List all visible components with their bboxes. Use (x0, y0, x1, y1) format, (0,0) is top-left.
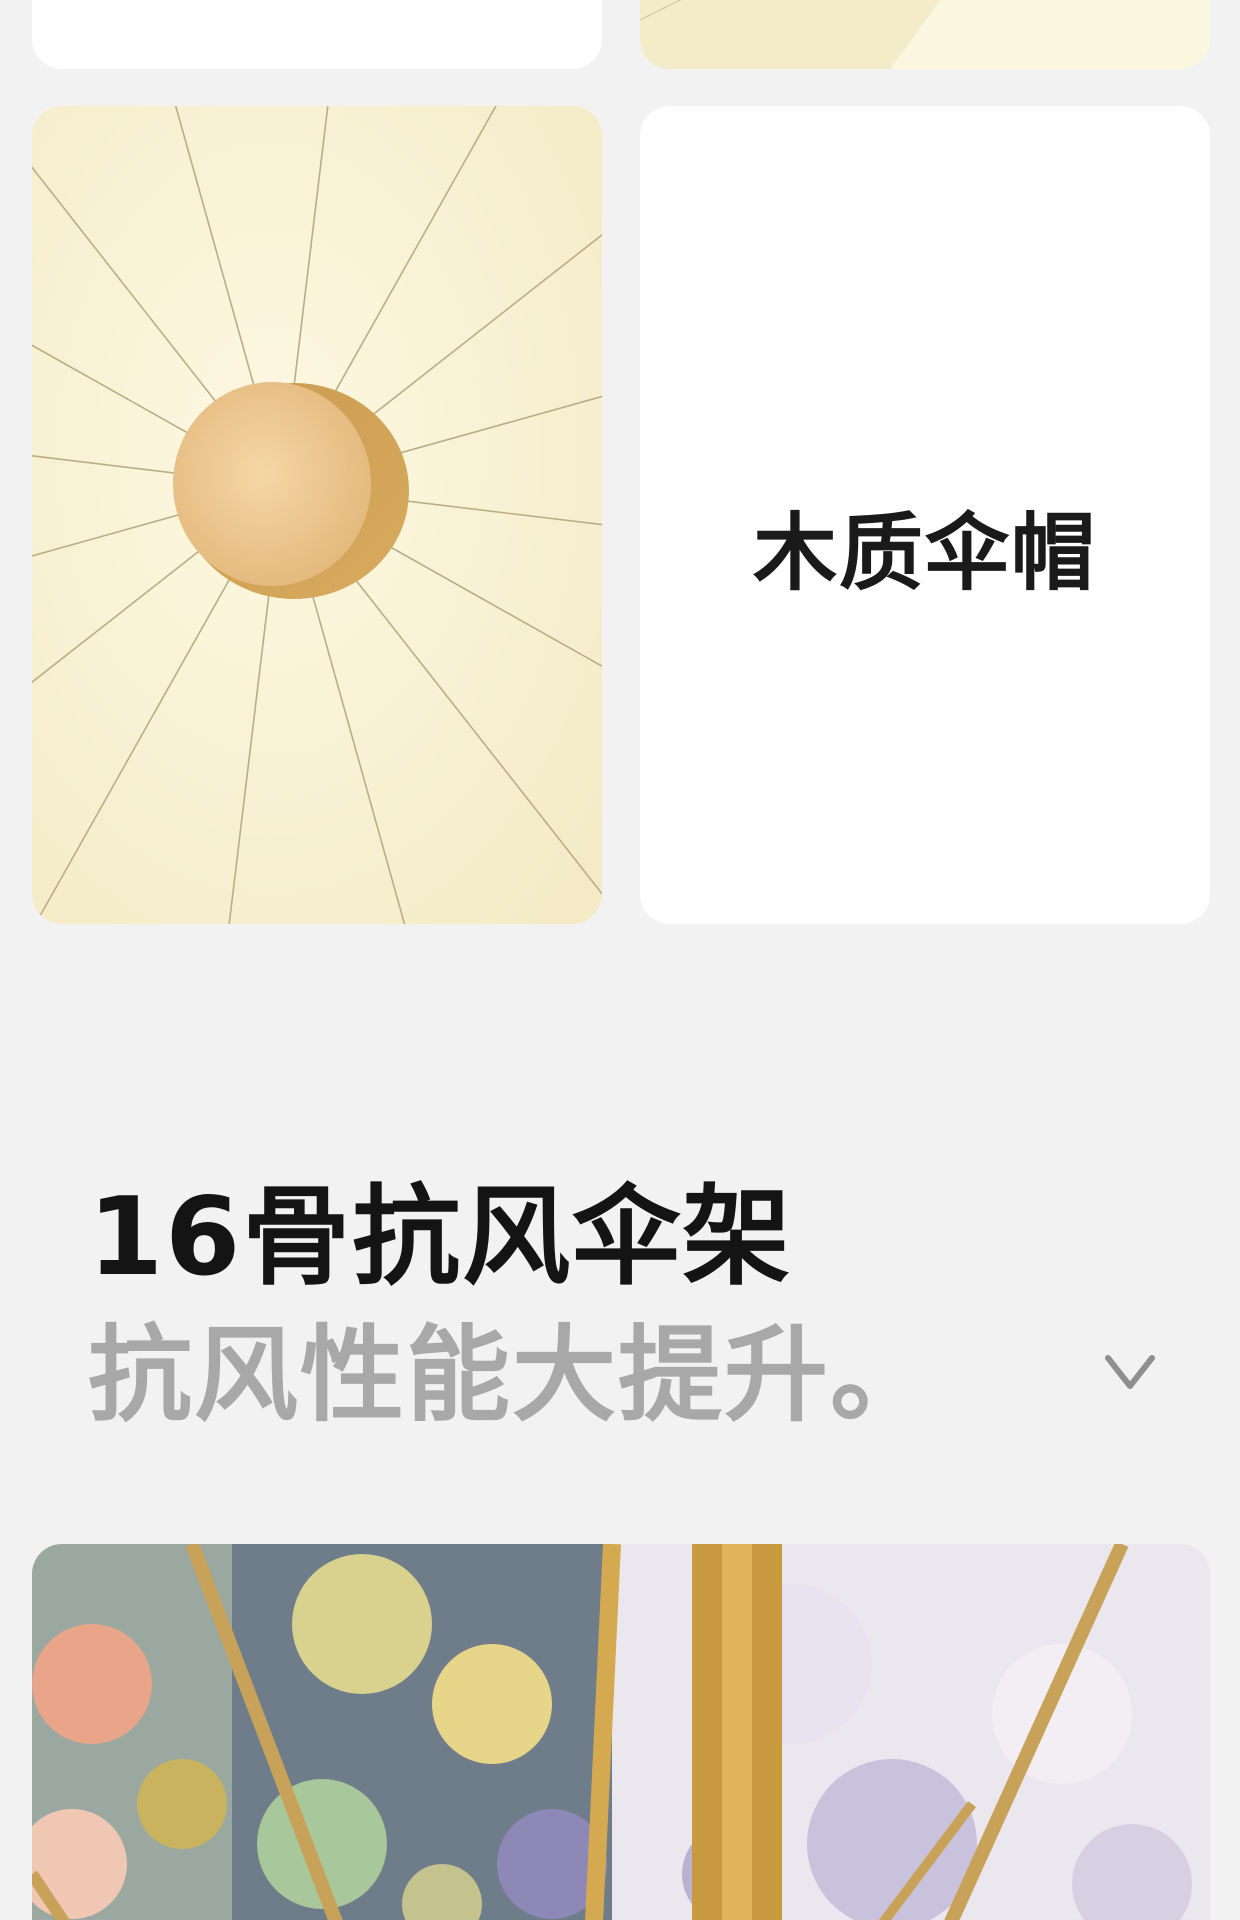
section-title: 16骨抗风伞架 (88, 1175, 793, 1300)
top-white-card (32, 0, 602, 69)
product-detail-page: 木质伞帽 16骨抗风伞架 抗风性能大提升。 (0, 0, 1240, 1920)
top-canopy-image (640, 0, 1210, 69)
feature-label: 木质伞帽 (752, 504, 1097, 602)
chevron-down-icon[interactable] (1100, 1340, 1160, 1400)
wooden-cap-image (32, 106, 602, 924)
feature-text-card: 木质伞帽 (640, 106, 1210, 924)
section-subtitle: 抗风性能大提升。 (88, 1314, 937, 1436)
umbrella-frame-image (32, 1544, 1210, 1920)
